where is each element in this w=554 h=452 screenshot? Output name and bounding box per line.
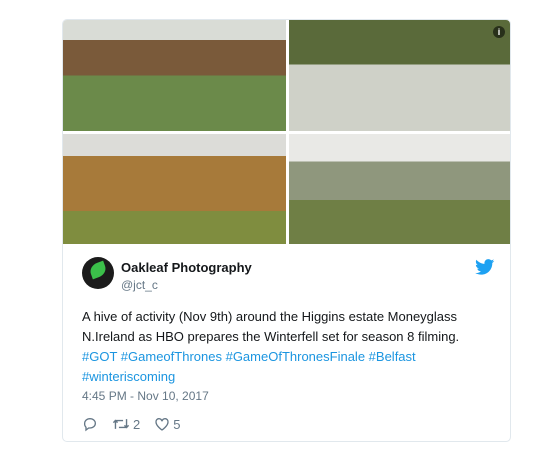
twitter-bird-icon[interactable] xyxy=(475,259,495,275)
avatar[interactable] xyxy=(82,257,114,289)
tweet-actions: 2 5 xyxy=(82,415,180,433)
photo-3[interactable] xyxy=(63,134,286,244)
tweet-card: i Oakleaf Photography @jct_c A hive of a… xyxy=(62,19,511,442)
photo-1[interactable] xyxy=(63,20,286,131)
like-count: 5 xyxy=(173,416,181,432)
hashtag-gameofthronesfinale[interactable]: #GameOfThronesFinale xyxy=(226,349,365,364)
leaf-logo-icon xyxy=(88,260,108,280)
retweet-count: 2 xyxy=(133,416,141,432)
hashtag-gameofthrones[interactable]: #GameofThrones xyxy=(121,349,222,364)
photo-grid: i xyxy=(63,20,510,244)
info-icon[interactable]: i xyxy=(493,26,505,38)
hashtag-belfast[interactable]: #Belfast xyxy=(369,349,416,364)
tweet-text: A hive of activity (Nov 9th) around the … xyxy=(82,307,492,387)
reply-icon xyxy=(84,417,97,432)
timestamp[interactable]: 4:45 PM - Nov 10, 2017 xyxy=(82,389,209,403)
hashtag-got[interactable]: #GOT xyxy=(82,349,117,364)
author-handle[interactable]: @jct_c xyxy=(121,278,158,292)
photo-2[interactable]: i xyxy=(289,20,510,131)
heart-icon xyxy=(155,418,169,431)
reply-button[interactable] xyxy=(82,416,98,432)
photo-4[interactable] xyxy=(289,134,510,244)
like-button[interactable]: 5 xyxy=(154,416,180,432)
tweet-body: A hive of activity (Nov 9th) around the … xyxy=(82,309,460,344)
hashtag-winteriscoming[interactable]: #winteriscoming xyxy=(82,369,175,384)
author-name[interactable]: Oakleaf Photography xyxy=(121,260,252,275)
retweet-button[interactable]: 2 xyxy=(112,416,140,432)
retweet-icon xyxy=(112,419,130,429)
